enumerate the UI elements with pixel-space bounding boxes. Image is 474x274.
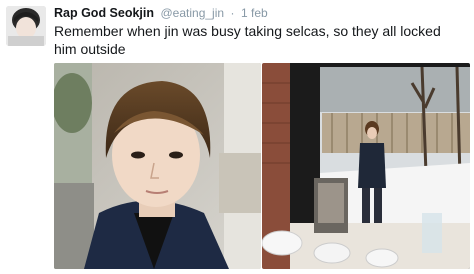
selca-image xyxy=(54,63,261,269)
tweet-date[interactable]: 1 feb xyxy=(241,6,268,20)
tweet-text: Remember when jin was busy taking selcas… xyxy=(54,23,441,57)
selca-photo[interactable] xyxy=(54,63,261,269)
tweet-header: Rap God Seokjin @eating_jin · 1 feb xyxy=(54,5,268,21)
tweet-card[interactable]: Rap God Seokjin @eating_jin · 1 feb Reme… xyxy=(0,0,474,274)
window-image xyxy=(262,63,470,269)
display-name[interactable]: Rap God Seokjin xyxy=(54,6,154,20)
separator-dot: · xyxy=(230,6,235,20)
user-handle[interactable]: @eating_jin xyxy=(161,6,225,20)
avatar-image xyxy=(6,6,46,46)
outside-window-photo[interactable] xyxy=(262,63,470,269)
avatar[interactable] xyxy=(6,6,46,46)
